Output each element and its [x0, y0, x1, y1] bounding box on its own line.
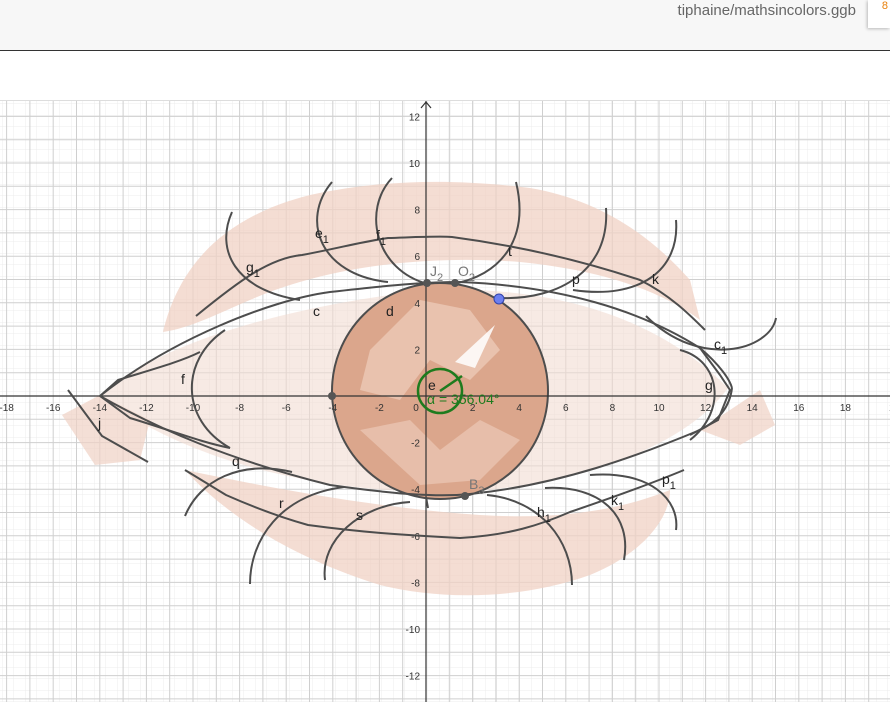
- label-s: s: [356, 507, 363, 523]
- corner-menu-chip[interactable]: 8: [868, 0, 890, 28]
- y-tick-label: 12: [409, 112, 421, 123]
- top-bar: tiphaine/mathsincolors.ggb 8: [0, 0, 890, 51]
- point-iris-left[interactable]: [328, 392, 336, 400]
- x-tick-label: -12: [139, 403, 154, 414]
- label-q: q: [232, 453, 240, 469]
- x-tick-label: -16: [46, 403, 61, 414]
- x-tick-label: -4: [328, 403, 337, 414]
- x-tick-label: -8: [235, 403, 244, 414]
- label-j: j: [97, 415, 101, 431]
- x-tick-label: 18: [840, 403, 852, 414]
- toolbar: [0, 51, 890, 101]
- y-tick-label: 4: [414, 299, 420, 310]
- x-tick-label: -6: [282, 403, 291, 414]
- file-title: tiphaine/mathsincolors.ggb: [677, 2, 856, 19]
- label-f: f: [181, 371, 185, 387]
- graphics-canvas[interactable]: -18-16-14-12-10-8-6-4-20246810121416182 …: [0, 101, 890, 702]
- x-tick-label: 8: [610, 403, 616, 414]
- label-k: k: [652, 271, 660, 287]
- y-tick-label: -8: [411, 578, 420, 589]
- x-tick-label: -14: [93, 403, 108, 414]
- y-tick-label: -2: [411, 439, 420, 450]
- label-t: t: [508, 243, 512, 259]
- y-tick-label: 10: [409, 159, 421, 170]
- x-tick-label: 14: [747, 403, 759, 414]
- x-tick-label: 12: [700, 403, 712, 414]
- y-tick-label: -12: [406, 672, 421, 683]
- label-angle: α = 356.04°: [427, 391, 499, 407]
- x-tick-label: -18: [0, 403, 14, 414]
- label-g: g: [705, 377, 713, 393]
- y-tick-label: -6: [411, 532, 420, 543]
- point-blue[interactable]: [493, 293, 505, 305]
- x-tick-label: 4: [516, 403, 522, 414]
- x-tick-label: 16: [793, 403, 805, 414]
- point-J2[interactable]: [423, 279, 431, 287]
- y-tick-label: 8: [414, 206, 420, 217]
- x-tick-label: -2: [375, 403, 384, 414]
- y-tick-label: 6: [414, 252, 420, 263]
- x-tick-label: 6: [563, 403, 569, 414]
- point-O2[interactable]: [451, 279, 459, 287]
- x-tick-label: 10: [653, 403, 665, 414]
- point-B3[interactable]: [461, 492, 469, 500]
- label-r: r: [279, 495, 284, 511]
- y-tick-label: 2: [414, 345, 420, 356]
- x-tick-label: 0: [413, 403, 419, 414]
- graphics-view[interactable]: -18-16-14-12-10-8-6-4-20246810121416182 …: [0, 101, 890, 702]
- y-tick-label: -10: [406, 625, 421, 636]
- label-c: c: [313, 303, 320, 319]
- label-p: p: [572, 271, 580, 287]
- label-d: d: [386, 303, 394, 319]
